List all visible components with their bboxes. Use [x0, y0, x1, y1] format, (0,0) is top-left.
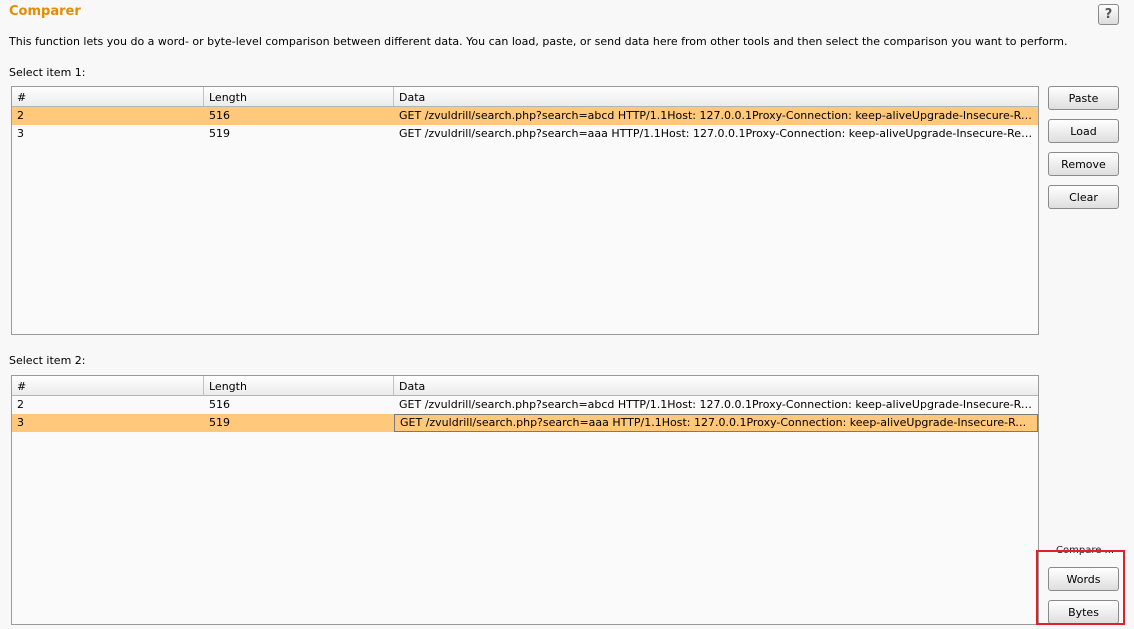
table-row[interactable]: 3 519 GET /zvuldrill/search.php?search=a… [12, 414, 1038, 432]
row-data: GET /zvuldrill/search.php?search=abcd HT… [399, 398, 1038, 411]
row-length: 516 [209, 109, 230, 122]
row-length: 519 [209, 127, 230, 140]
item1-table: # Length Data 2 516 GET /zvuldrill/searc… [11, 86, 1039, 335]
column-header-data[interactable]: Data [394, 87, 1038, 106]
row-number: 2 [17, 398, 24, 411]
item2-table-header: # Length Data [12, 376, 1038, 396]
row-data: GET /zvuldrill/search.php?search=aaa HTT… [394, 414, 1038, 432]
row-number: 2 [17, 109, 24, 122]
item2-table: # Length Data 2 516 GET /zvuldrill/searc… [11, 375, 1039, 625]
select-item2-label: Select item 2: [9, 354, 86, 367]
row-number: 3 [17, 416, 24, 429]
row-data: GET /zvuldrill/search.php?search=aaa HTT… [399, 127, 1038, 140]
help-button[interactable]: ? [1098, 4, 1119, 25]
highlight-box [1036, 550, 1125, 625]
item1-table-header: # Length Data [12, 87, 1038, 107]
column-header-length[interactable]: Length [204, 376, 394, 395]
table-row[interactable]: 2 516 GET /zvuldrill/search.php?search=a… [12, 396, 1038, 414]
remove-button[interactable]: Remove [1048, 152, 1119, 176]
column-header-number[interactable]: # [12, 87, 204, 106]
select-item1-label: Select item 1: [9, 66, 86, 79]
description-text: This function lets you do a word- or byt… [9, 35, 1068, 48]
load-button[interactable]: Load [1048, 119, 1119, 143]
paste-button[interactable]: Paste [1048, 86, 1119, 110]
row-length: 519 [209, 416, 230, 429]
table-row[interactable]: 2 516 GET /zvuldrill/search.php?search=a… [12, 107, 1038, 125]
page-title: Comparer [9, 4, 81, 19]
column-header-data[interactable]: Data [394, 376, 1038, 395]
clear-button[interactable]: Clear [1048, 185, 1119, 209]
column-header-length[interactable]: Length [204, 87, 394, 106]
row-data: GET /zvuldrill/search.php?search=abcd HT… [399, 109, 1038, 122]
row-number: 3 [17, 127, 24, 140]
help-icon: ? [1104, 7, 1113, 22]
column-header-number[interactable]: # [12, 376, 204, 395]
table-row[interactable]: 3 519 GET /zvuldrill/search.php?search=a… [12, 125, 1038, 143]
row-length: 516 [209, 398, 230, 411]
